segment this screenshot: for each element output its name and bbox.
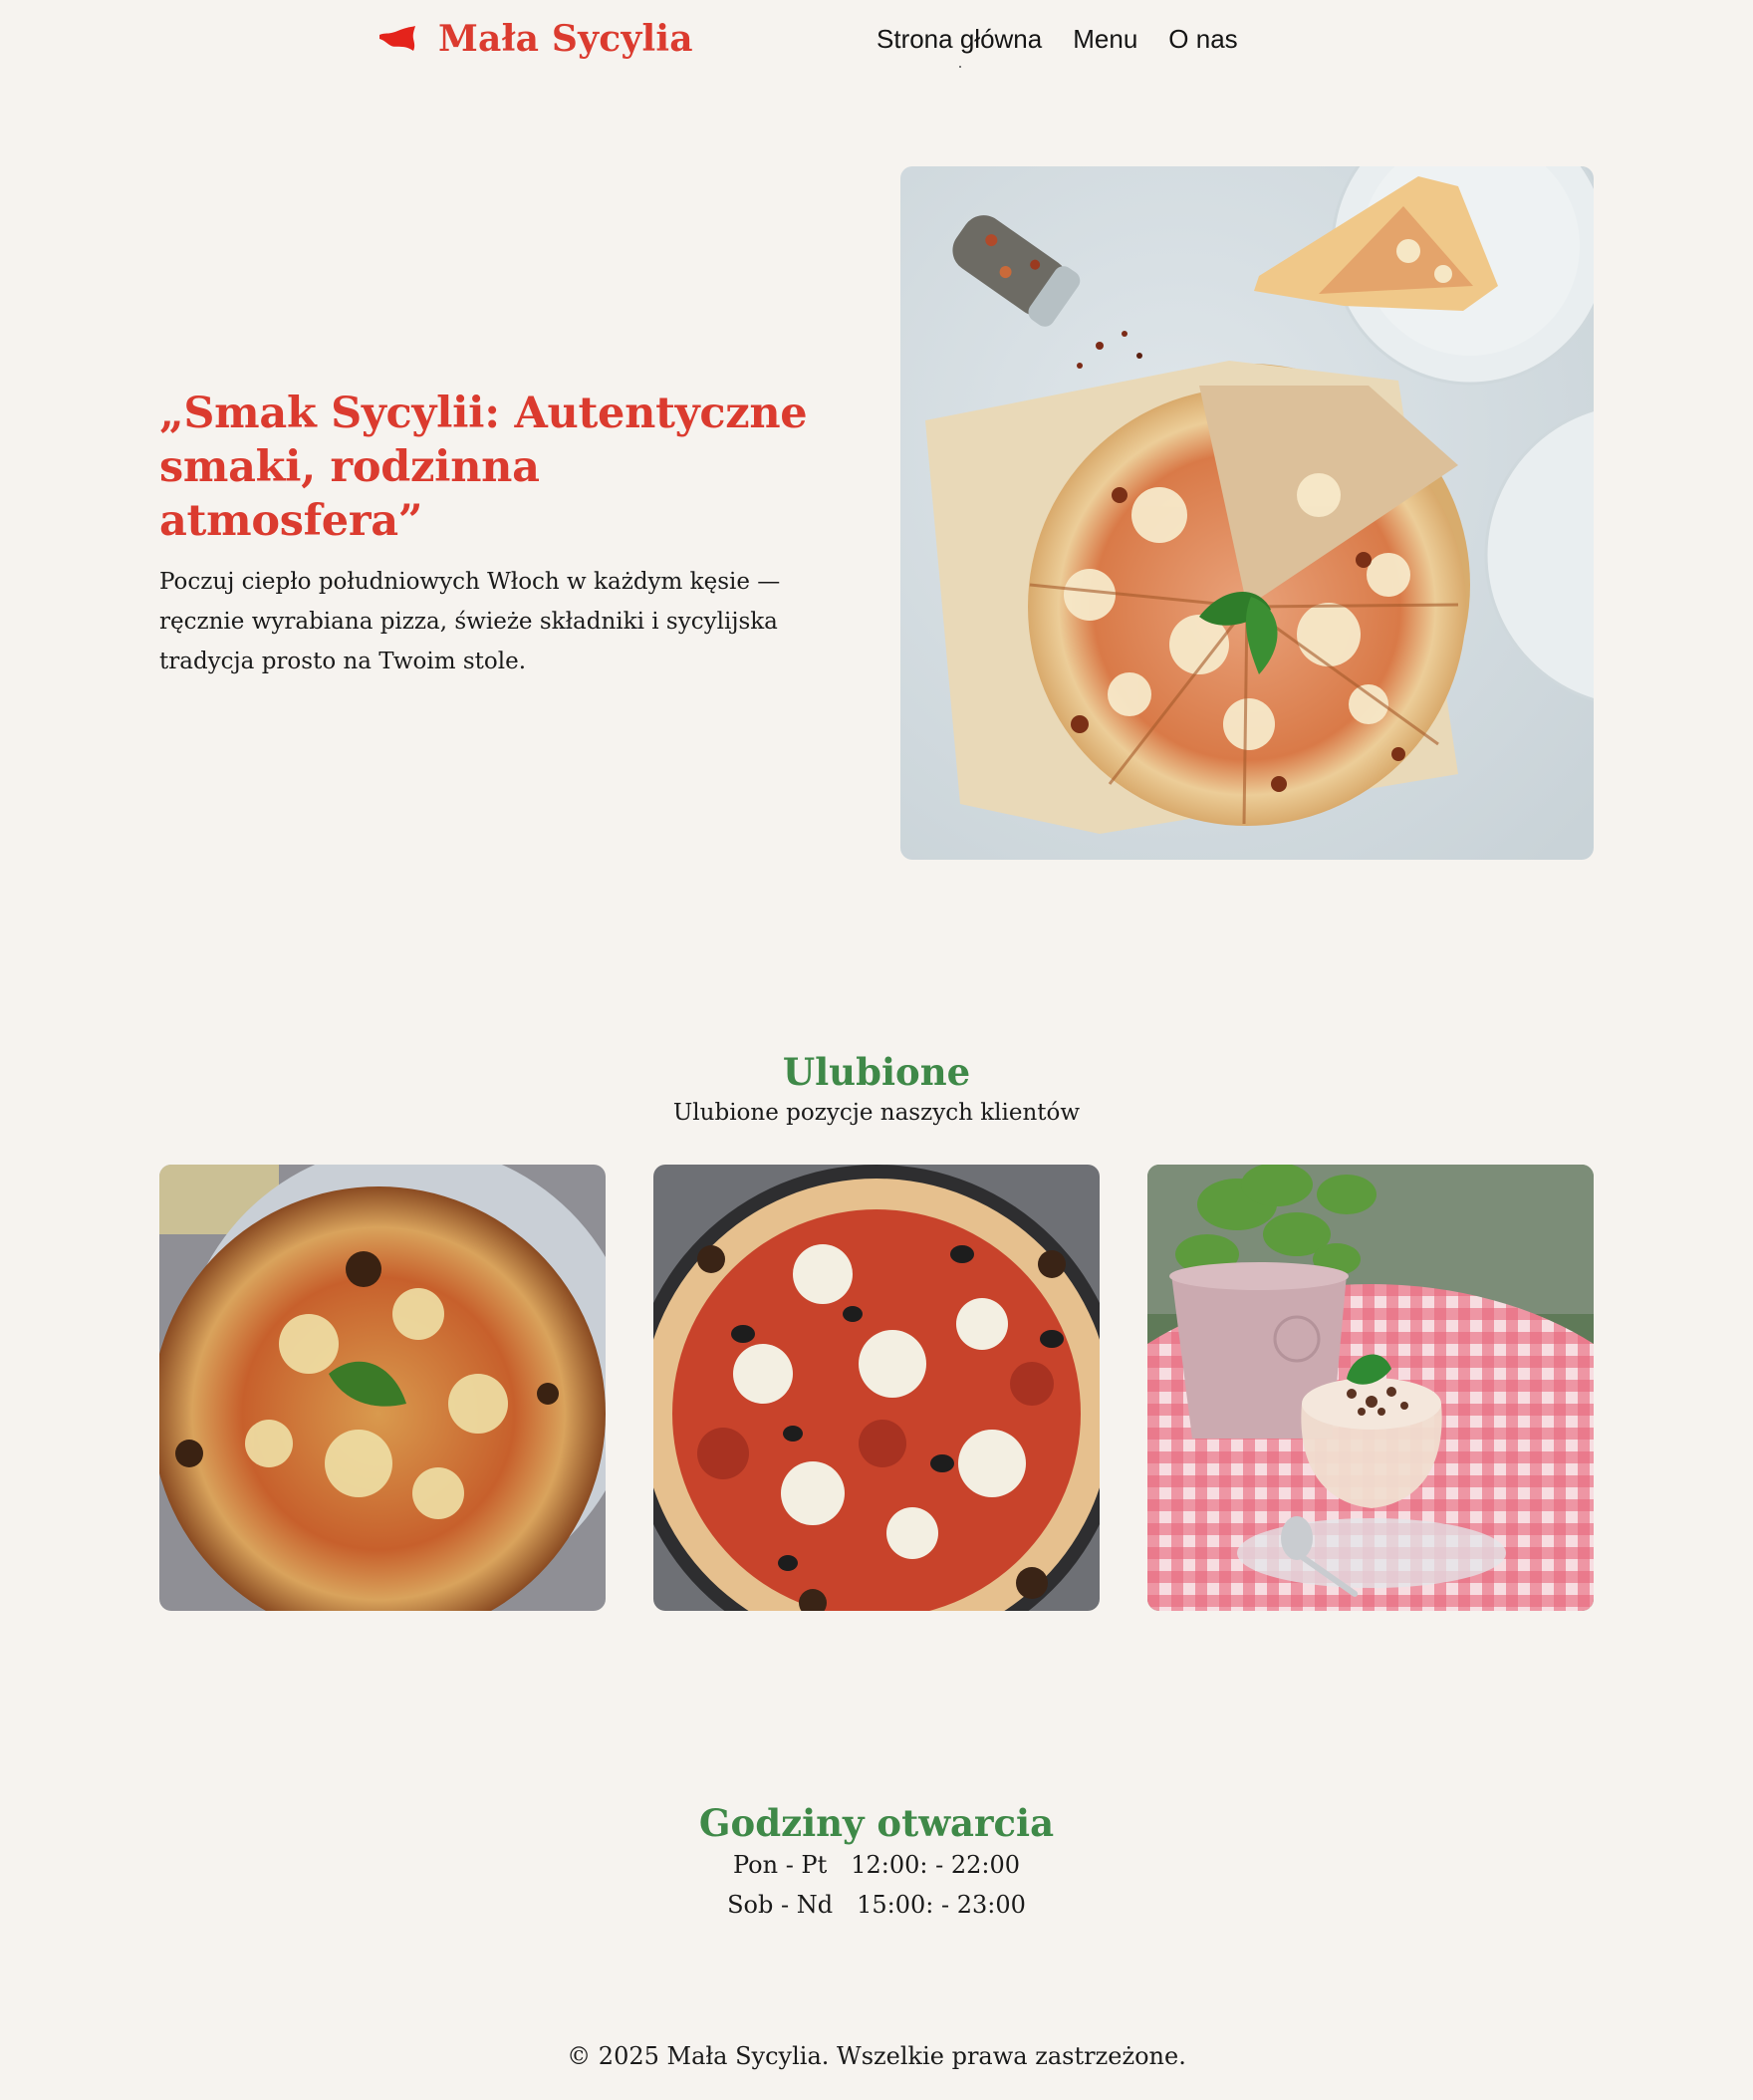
favorite-card-margherita[interactable] [159,1165,606,1611]
hours-title: Godziny otwarcia [698,1801,1055,1845]
hours-time: 15:00: - 23:00 [857,1891,1026,1919]
favorites-subtitle: Ulubione pozycje naszych klientów [672,1100,1081,1126]
hero-title: „Smak Sycylii: Autentyczne smaki, rodzin… [159,389,808,546]
nav-item-menu[interactable]: Menu [1073,20,1137,58]
hours-days: Sob - Nd [727,1891,834,1919]
main-nav: Strona główna Menu O nas [876,20,1238,68]
brand-link[interactable]: Mała Sycylia [378,10,693,68]
site-header: Mała Sycylia Strona główna Menu O nas [0,0,1753,80]
favorite-card-salami[interactable] [653,1165,1100,1611]
pizza-salami-image [653,1165,1100,1611]
site-footer: © 2025 Mała Sycylia. Wszelkie prawa zast… [0,2036,1753,2076]
hours-list: Pon - Pt 12:00: - 22:00 Sob - Nd 15:00: - … [0,1845,1753,1925]
hours-days: Pon - Pt [732,1851,828,1879]
sicily-island-icon [378,26,416,52]
pizza-margherita-image [159,1165,606,1611]
hours-row-weekend: Sob - Nd 15:00: - 23:00 [0,1885,1753,1925]
hero-pizza-image [900,166,1594,860]
hours-time: 12:00: - 22:00 [851,1851,1021,1879]
brand-name: Mała Sycylia [438,18,693,60]
hero-lead: Poczuj ciepło południowych Włoch w każdy… [159,569,781,674]
hours-row-weekdays: Pon - Pt 12:00: - 22:00 [0,1845,1753,1885]
hero-text: „Smak Sycylii: Autentyczne smaki, rodzin… [159,387,817,681]
favorite-card-tiramisu[interactable] [1147,1165,1594,1611]
nav-item-about[interactable]: O nas [1168,20,1237,58]
nav-item-home[interactable]: Strona główna [876,20,1042,68]
tiramisu-dessert-image [1147,1165,1594,1611]
favorites-title: Ulubione [782,1050,971,1094]
copyright-text: © 2025 Mała Sycylia. Wszelkie prawa zast… [567,2042,1186,2070]
